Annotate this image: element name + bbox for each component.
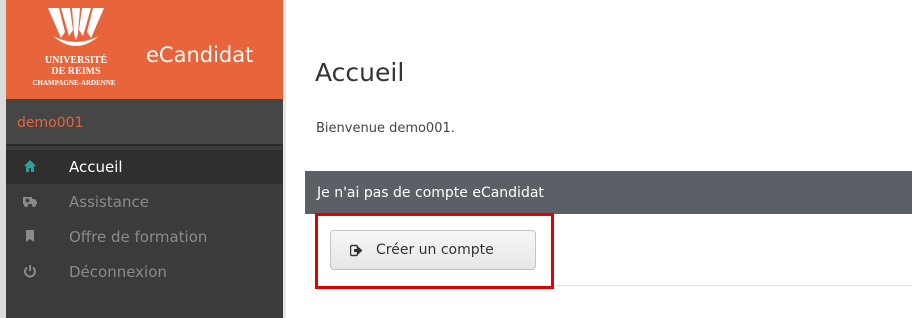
sidebar-item-offre-de-formation[interactable]: Offre de formation (6, 220, 283, 254)
panel-header: Je n'ai pas de compte eCandidat (305, 171, 912, 214)
home-icon (24, 160, 36, 172)
university-emblem-icon (48, 8, 104, 46)
sidebar: UNIVERSITÉ DE REIMS CHAMPAGNE-ARDENNE eC… (6, 0, 283, 318)
page-title: Accueil (315, 57, 405, 87)
panel-divider (555, 285, 912, 286)
sidebar-item-deconnexion[interactable]: Déconnexion (6, 255, 283, 289)
ambulance-icon (23, 197, 37, 207)
sidebar-item-accueil[interactable]: Accueil (6, 150, 283, 184)
user-info: demo001 (6, 99, 283, 144)
university-name-line3: CHAMPAGNE-ARDENNE (32, 79, 116, 87)
sidebar-item-assistance[interactable]: Assistance (6, 185, 283, 219)
welcome-message: Bienvenue demo001. (316, 121, 455, 136)
bookmark-icon (26, 230, 34, 242)
sidebar-item-label: Assistance (69, 193, 149, 211)
university-name-line2: DE REIMS (51, 66, 101, 77)
panel-title: Je n'ai pas de compte eCandidat (317, 185, 544, 201)
sidebar-header: UNIVERSITÉ DE REIMS CHAMPAGNE-ARDENNE eC… (6, 0, 283, 99)
sidebar-divider (6, 144, 283, 146)
annotation-highlight-box (315, 213, 554, 289)
app-title: eCandidat (146, 43, 254, 67)
sidebar-item-label: Offre de formation (69, 228, 208, 246)
university-logo[interactable]: UNIVERSITÉ DE REIMS CHAMPAGNE-ARDENNE (8, 6, 144, 92)
sidebar-item-label: Accueil (69, 158, 123, 176)
sidebar-border (283, 0, 286, 318)
university-name-line1: UNIVERSITÉ (44, 55, 108, 66)
user-name: demo001 (17, 115, 84, 131)
power-icon (24, 265, 36, 278)
sidebar-item-label: Déconnexion (69, 263, 167, 281)
